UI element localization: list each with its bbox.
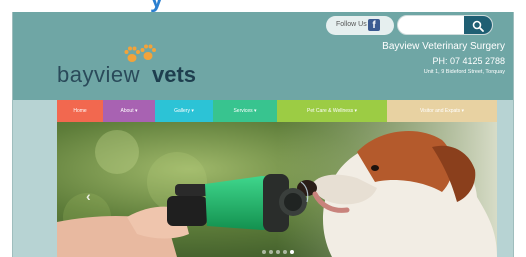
nav-item-about[interactable]: About ▾ (103, 100, 155, 122)
hero-image-dog-drinking-from-hose (57, 122, 497, 257)
nav-label: Pet Care & Wellness ▾ (307, 108, 357, 114)
site-header: Follow Us f bayview vets Bayview Veterin… (13, 12, 513, 100)
hero-slider: ‹ (57, 122, 497, 257)
nav-label: Home (73, 108, 87, 114)
nav-label: Visitor and Expats ▾ (419, 108, 465, 114)
follow-us-label: Follow Us (336, 21, 367, 28)
logo-text-bayview: bayview (57, 62, 140, 87)
street-address: Unit 1, 9 Bideford Street, Torquay (423, 69, 505, 75)
nav-item-gallery[interactable]: Gallery ▾ (155, 100, 213, 122)
slide-dot[interactable] (262, 250, 266, 254)
search-button[interactable] (464, 16, 492, 34)
slide-dot[interactable] (276, 250, 280, 254)
facebook-icon[interactable]: f (368, 19, 380, 31)
slide-dot-active[interactable] (290, 250, 294, 254)
nav-item-visitors[interactable]: Visitor and Expats ▾ (387, 100, 497, 122)
practice-name: Bayview Veterinary Surgery (382, 41, 505, 52)
website-frame: Follow Us f bayview vets Bayview Veterin… (12, 12, 514, 257)
contact-block: Bayview Veterinary Surgery PH: 07 4125 2… (382, 41, 505, 77)
search-input[interactable] (402, 18, 462, 32)
nav-label: About ▾ (120, 108, 138, 114)
phone-number[interactable]: PH: 07 4125 2788 (382, 55, 505, 67)
nav-item-pet-care[interactable]: Pet Care & Wellness ▾ (277, 100, 387, 122)
nav-item-services[interactable]: Services ▾ (213, 100, 277, 122)
nav-label: Services ▾ (233, 108, 257, 114)
slide-dot[interactable] (269, 250, 273, 254)
top-edge-strip: y (0, 0, 526, 12)
cropped-heading-fragment: y (150, 0, 164, 12)
nav-item-home[interactable]: Home (57, 100, 103, 122)
search-icon (472, 20, 484, 32)
slide-dot[interactable] (283, 250, 287, 254)
search-box (397, 15, 493, 35)
main-nav: Home About ▾ Gallery ▾ Services ▾ Pet Ca… (57, 100, 497, 122)
slider-dots (262, 250, 294, 254)
logo-text-vets: vets (152, 62, 197, 87)
slider-prev-arrow[interactable]: ‹ (86, 188, 91, 204)
nav-label: Gallery ▾ (174, 108, 194, 114)
site-logo[interactable]: bayview vets (57, 42, 217, 88)
follow-us-pill[interactable]: Follow Us f (326, 16, 394, 35)
